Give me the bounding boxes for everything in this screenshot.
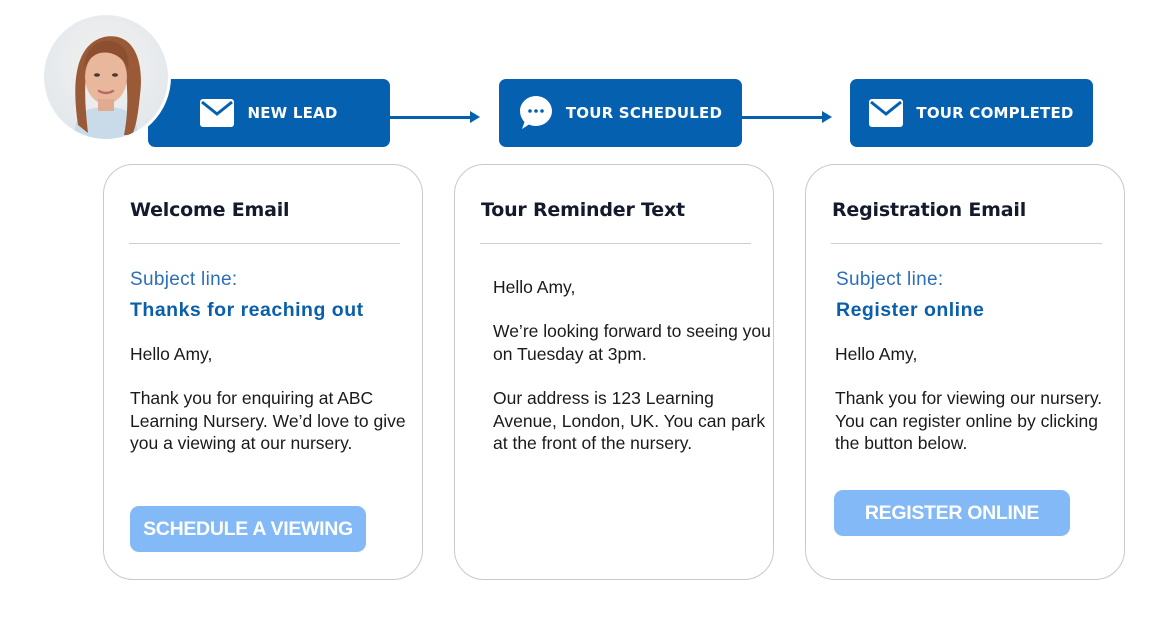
subject-value: Thanks for reaching out — [130, 299, 364, 321]
avatar-photo — [44, 15, 168, 139]
card-title: Tour Reminder Text — [481, 199, 685, 221]
flow-arrow — [742, 111, 832, 123]
divider — [831, 243, 1102, 244]
register-online-button[interactable]: REGISTER ONLINE — [834, 490, 1070, 536]
stage-tour-completed: TOUR COMPLETED — [850, 79, 1093, 147]
body-text: Thank you for enquiring at ABC Learning … — [130, 388, 406, 453]
stage-label: TOUR COMPLETED — [916, 104, 1074, 122]
envelope-icon — [869, 96, 904, 130]
flow-arrow — [390, 111, 480, 123]
chat-bubble-icon — [519, 96, 553, 130]
schedule-viewing-button[interactable]: SCHEDULE A VIEWING — [130, 506, 366, 552]
card-title: Welcome Email — [130, 199, 290, 221]
subject-label: Subject line: — [130, 269, 238, 290]
greeting-text: Hello Amy, — [493, 277, 576, 297]
subject-value: Register online — [836, 299, 985, 321]
card-tour-reminder-text: Tour Reminder Text Hello Amy, We’re look… — [454, 164, 774, 580]
card-registration-email: Registration Email Subject line: Registe… — [805, 164, 1125, 580]
stage-label: TOUR SCHEDULED — [565, 104, 723, 122]
divider — [480, 243, 751, 244]
stage-tour-scheduled: TOUR SCHEDULED — [499, 79, 742, 147]
lead-avatar — [41, 12, 171, 142]
stage-new-lead: NEW LEAD — [148, 79, 390, 147]
divider — [129, 243, 400, 244]
subject-label: Subject line: — [836, 269, 944, 290]
envelope-icon — [200, 96, 235, 130]
body-text: Our address is 123 Learning Avenue, Lond… — [493, 388, 766, 453]
greeting-text: Hello Amy, — [835, 344, 918, 364]
body-text: Thank you for viewing our nursery. You c… — [835, 388, 1103, 453]
card-welcome-email: Welcome Email Subject line: Thanks for r… — [103, 164, 423, 580]
body-text: We’re looking forward to seeing you on T… — [493, 321, 771, 364]
greeting-text: Hello Amy, — [130, 344, 213, 364]
card-title: Registration Email — [832, 199, 1027, 221]
stage-label: NEW LEAD — [247, 104, 338, 122]
